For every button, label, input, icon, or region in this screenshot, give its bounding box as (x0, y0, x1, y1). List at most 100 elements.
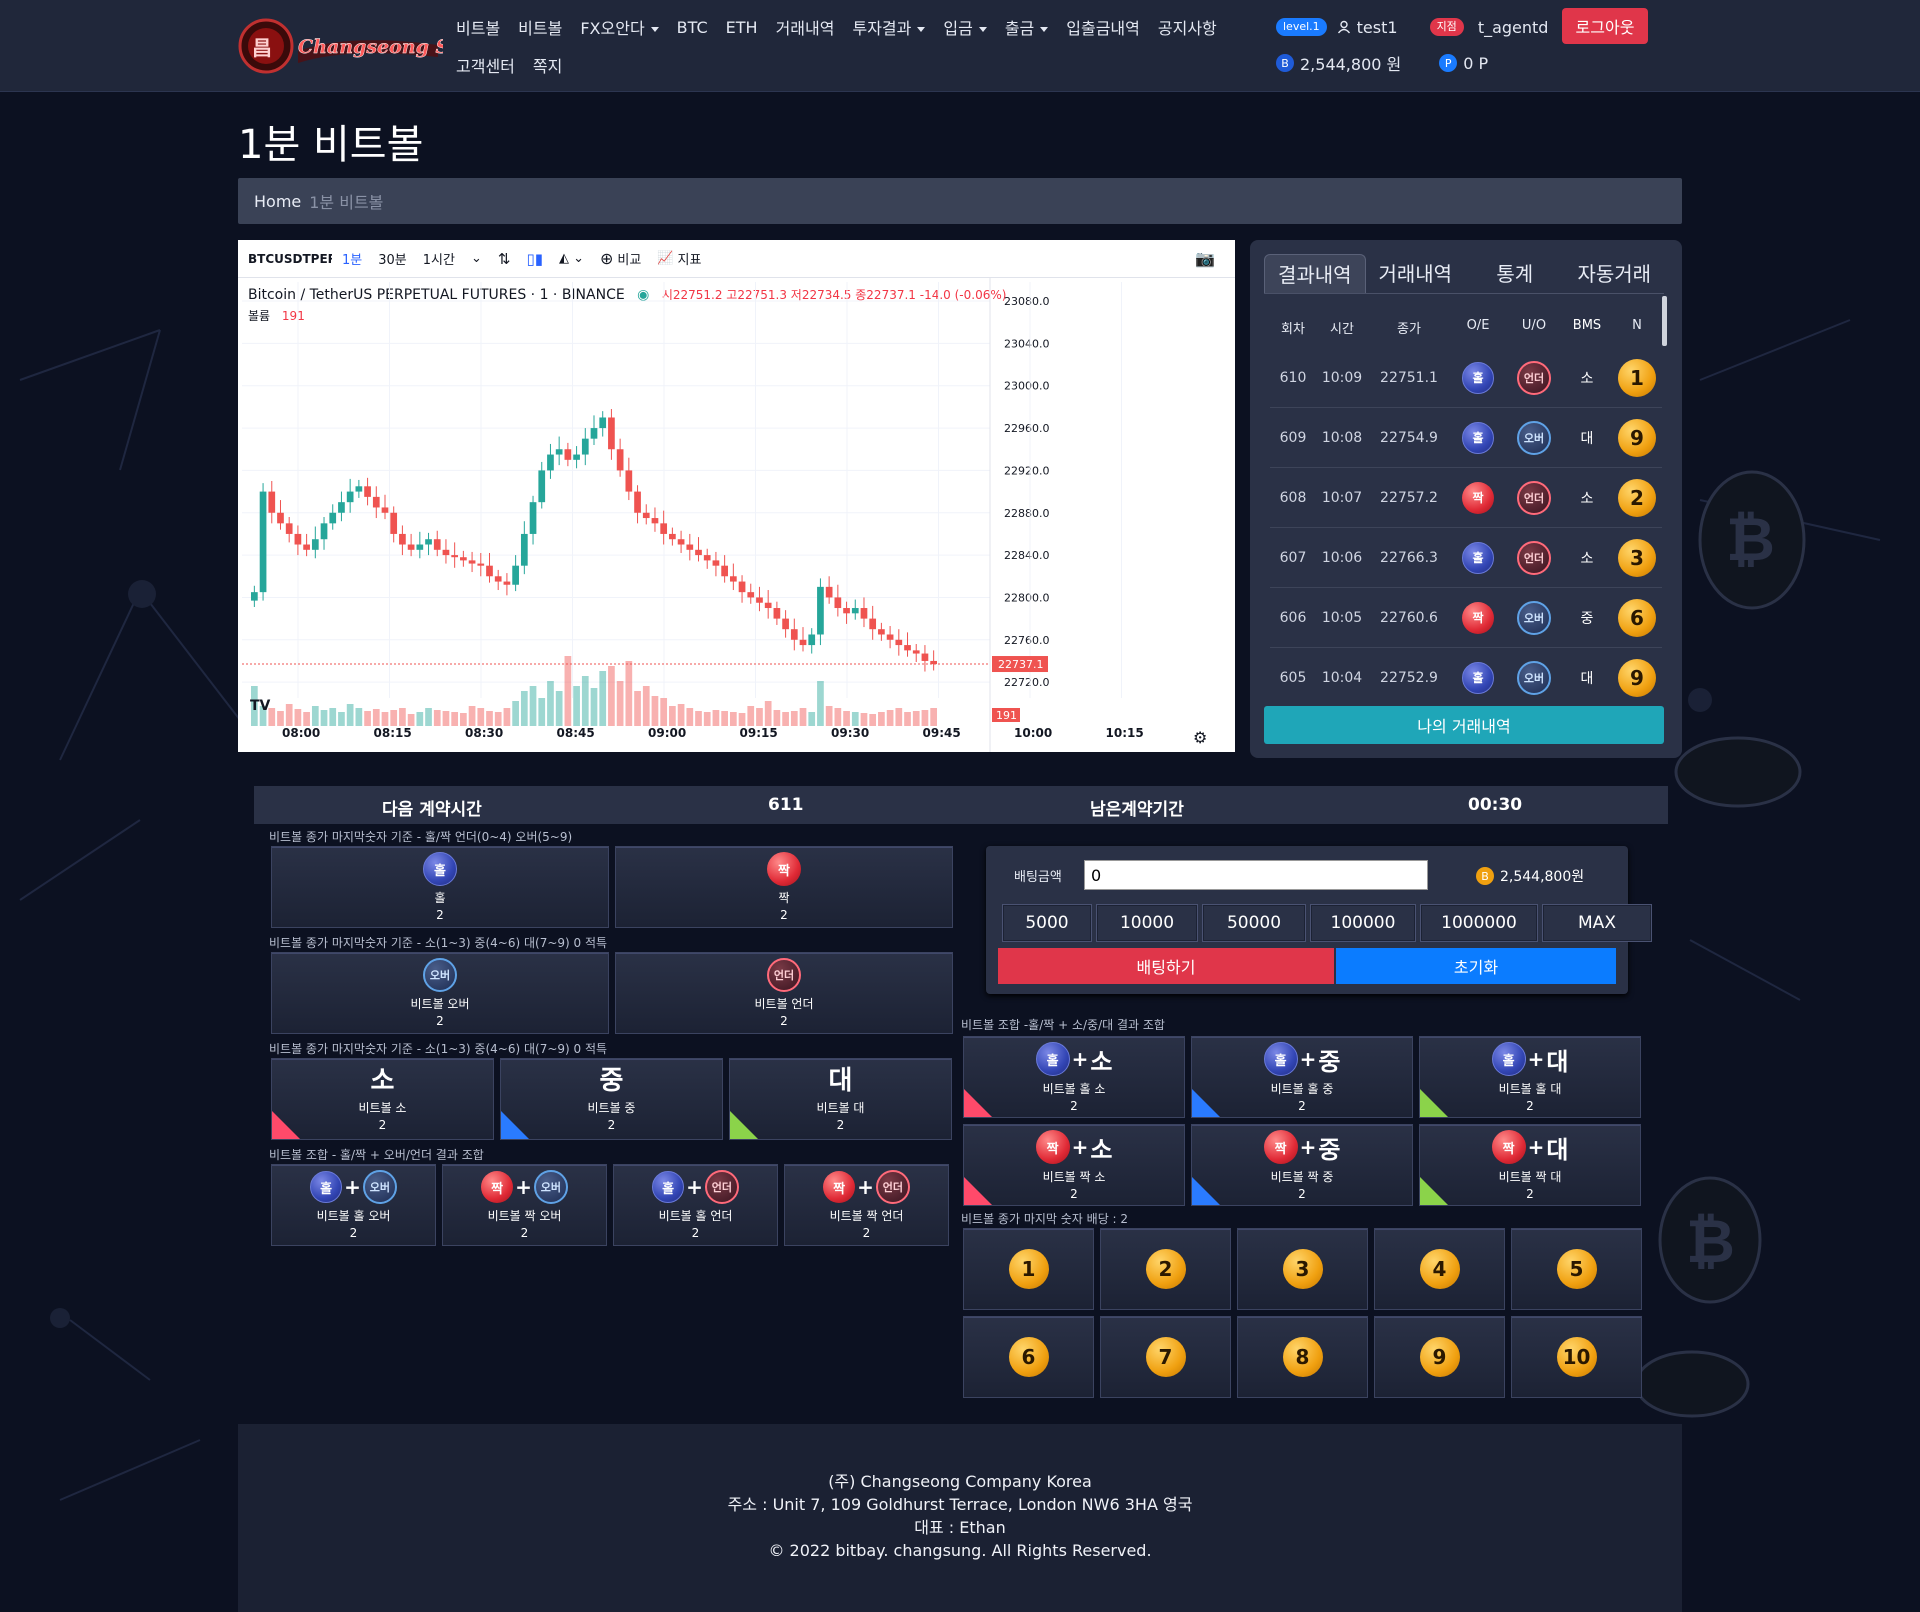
candle-body (895, 639, 903, 646)
bet-number-1[interactable]: 1 (963, 1228, 1094, 1310)
time-cell: 10:08 (1321, 429, 1363, 446)
bet-size-1[interactable]: 중 비트볼 중 2 (500, 1058, 723, 1140)
amount-button-1000000[interactable]: 1000000 (1420, 904, 1538, 942)
bar-style-icon[interactable]: ⇅ (498, 250, 511, 268)
bet-size-0[interactable]: 소 비트볼 소 2 (271, 1058, 494, 1140)
bet-uo-1[interactable]: 언더 비트볼 언더 2 (615, 952, 953, 1034)
nav2-item-1[interactable]: 쪽지 (533, 53, 562, 77)
bet-uo-0[interactable]: 오버 비트볼 오버 2 (271, 952, 609, 1034)
bet-combo-size-3[interactable]: 짝 + 소 비트볼 짝 소 2 (963, 1124, 1185, 1206)
bet-number-5[interactable]: 5 (1511, 1228, 1642, 1310)
nav-item-9[interactable]: 입출금내역 (1066, 15, 1140, 39)
bet-odds: 2 (436, 1014, 444, 1028)
interval-30m[interactable]: 30분 (378, 249, 407, 268)
reset-button[interactable]: 초기화 (1336, 948, 1616, 984)
bet-ball: 언더 (767, 958, 801, 992)
compare-button[interactable]: 비교 (617, 249, 641, 268)
candle-body (555, 449, 563, 455)
main-nav: 비트볼 비트볼 FX오안다 BTC ETH 거래내역 투자결과 입금 출금 입출금내역 공지사항 고… (456, 8, 1256, 84)
results-tab-2[interactable]: 통계 (1465, 254, 1565, 293)
nav-item-8[interactable]: 출금 (1005, 15, 1049, 39)
amount-button-100000[interactable]: 100000 (1310, 904, 1416, 942)
logout-button[interactable]: 로그아웃 (1562, 8, 1648, 44)
combo-balls: 홀 + 오버 (310, 1170, 397, 1204)
volume-bar (886, 710, 894, 726)
volume-bar (729, 712, 737, 726)
bet-combo-size-2[interactable]: 홀 + 대 비트볼 홀 대 2 (1419, 1036, 1641, 1118)
nav-item-0[interactable]: 비트볼 (456, 15, 500, 39)
results-scrollbar[interactable] (1662, 296, 1667, 346)
candle-body (669, 533, 676, 540)
results-tab-0[interactable]: 결과내역 (1264, 254, 1366, 293)
nav-item-10[interactable]: 공지사항 (1158, 15, 1217, 39)
bet-amount-input[interactable] (1084, 860, 1428, 890)
volume-bar (573, 686, 580, 726)
candle-body (782, 618, 789, 630)
bet-number-10[interactable]: 10 (1511, 1316, 1642, 1398)
volume-bar (285, 704, 293, 726)
bet-label: 비트볼 짝 대 (1498, 1169, 1562, 1184)
caret-down-icon (917, 27, 926, 32)
bet-number-9[interactable]: 9 (1374, 1316, 1505, 1398)
volume-bar (442, 711, 450, 726)
bet-combo-uo-3[interactable]: 짝 + 언더 비트볼 짝 언더 2 (784, 1164, 949, 1246)
number-ball: 1 (1618, 358, 1656, 397)
price-chart[interactable]: BTCUSDTPERP 1분 30분 1시간 ⌄ ⇅ ▯▮ ◭ ⌄ ⊕ 비교 📈… (238, 240, 1235, 752)
amount-button-10000[interactable]: 10000 (1096, 904, 1198, 942)
compare-plus-icon[interactable]: ⊕ (600, 249, 613, 268)
combo-ball-a: 홀 (1035, 1042, 1070, 1076)
amount-button-50000[interactable]: 50000 (1202, 904, 1306, 942)
nav-item-2[interactable]: FX오안다 (580, 15, 659, 39)
candle-body (764, 602, 772, 609)
results-tab-3[interactable]: 자동거래 (1565, 254, 1665, 293)
amount-button-max[interactable]: MAX (1542, 904, 1652, 942)
bet-label: 비트볼 홀 소 (1042, 1081, 1106, 1096)
candle-style-icon[interactable]: ▯▮ (526, 250, 543, 268)
number-ball: 9 (1618, 418, 1656, 457)
my-trades-button[interactable]: 나의 거래내역 (1264, 706, 1664, 744)
oe-cell: 홀 (1450, 541, 1506, 574)
bet-number-3[interactable]: 3 (1237, 1228, 1368, 1310)
nav-item-7[interactable]: 입금 (943, 15, 987, 39)
bet-combo-size-1[interactable]: 홀 + 중 비트볼 홀 중 2 (1191, 1036, 1413, 1118)
area-style-icon[interactable]: ◭ ⌄ (559, 251, 584, 266)
bet-number-2[interactable]: 2 (1100, 1228, 1231, 1310)
bet-combo-uo-1[interactable]: 짝 + 오버 비트볼 짝 오버 2 (442, 1164, 607, 1246)
bet-oe-1[interactable]: 짝짝 2 (615, 846, 953, 928)
breadcrumb-home[interactable]: Home (254, 192, 301, 211)
bet-number-4[interactable]: 4 (1374, 1228, 1505, 1310)
nav2-item-0[interactable]: 고객센터 (456, 53, 515, 77)
place-bet-button[interactable]: 배팅하기 (998, 948, 1334, 984)
settings-gear-icon[interactable]: ⚙ (1193, 728, 1207, 747)
number-ball: 1 (1008, 1249, 1049, 1289)
amount-button-5000[interactable]: 5000 (1002, 904, 1092, 942)
bet-combo-uo-2[interactable]: 홀 + 언더 비트볼 홀 언더 2 (613, 1164, 778, 1246)
site-logo[interactable]: 昌 Changseong Stock (238, 17, 443, 75)
bet-number-8[interactable]: 8 (1237, 1316, 1368, 1398)
indicator-icon[interactable]: 📈 (657, 251, 673, 266)
camera-icon[interactable]: 📷 (1195, 249, 1215, 268)
bet-oe-0[interactable]: 홀홀 2 (271, 846, 609, 928)
bet-number-7[interactable]: 7 (1100, 1316, 1231, 1398)
nav-item-5[interactable]: 거래내역 (776, 15, 835, 39)
nav-item-3[interactable]: BTC (677, 18, 708, 37)
indicator-button[interactable]: 지표 (678, 249, 702, 268)
interval-1m[interactable]: 1분 (342, 249, 362, 268)
bet-combo-size-0[interactable]: 홀 + 소 비트볼 홀 소 2 (963, 1036, 1185, 1118)
bet-number-6[interactable]: 6 (963, 1316, 1094, 1398)
bet-label: 비트볼 오버 (410, 997, 470, 1011)
bet-combo-size-4[interactable]: 짝 + 중 비트볼 짝 중 2 (1191, 1124, 1413, 1206)
chart-symbol[interactable]: BTCUSDTPERP (248, 252, 332, 266)
bet-combo-uo-0[interactable]: 홀 + 오버 비트볼 홀 오버 2 (271, 1164, 436, 1246)
candle-body (251, 592, 258, 601)
interval-chevron-down-icon[interactable]: ⌄ (471, 251, 482, 266)
nav-item-4[interactable]: ETH (726, 18, 758, 37)
bet-size-2[interactable]: 대 비트볼 대 2 (729, 1058, 952, 1140)
bet-combo-size-5[interactable]: 짝 + 대 비트볼 짝 대 2 (1419, 1124, 1641, 1206)
plus-icon: + (1527, 1135, 1545, 1159)
nav-item-6[interactable]: 투자결과 (852, 15, 926, 39)
nav-item-1[interactable]: 비트볼 (518, 15, 562, 39)
interval-1h[interactable]: 1시간 (423, 249, 455, 268)
results-tab-1[interactable]: 거래내역 (1366, 254, 1466, 293)
y-tick-label: 22800.0 (1004, 591, 1050, 604)
